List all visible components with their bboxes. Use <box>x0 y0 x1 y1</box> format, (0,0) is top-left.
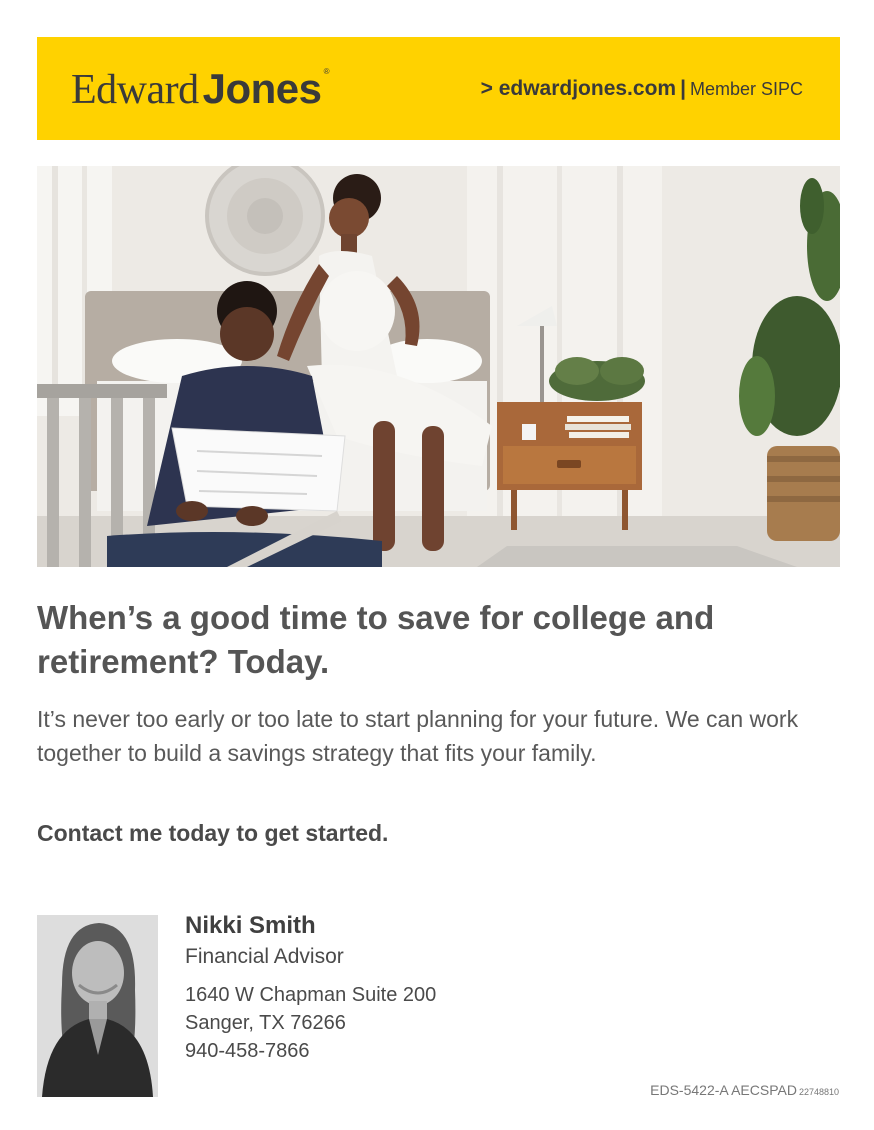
advisor-photo <box>37 915 158 1097</box>
advisor-name: Nikki Smith <box>185 912 316 939</box>
advisor-portrait-illustration <box>37 915 158 1097</box>
logo-word-edward: Edward <box>71 67 199 113</box>
hero-photo <box>37 166 840 567</box>
body-text: It’s never too early or too late to star… <box>37 706 799 766</box>
header-links: > edwardjones.com | Member SIPC <box>481 77 803 101</box>
document-code-number: 22748810 <box>798 1087 839 1097</box>
member-sipc-text: Member SIPC <box>689 79 803 99</box>
advisor-info: Nikki Smith Financial Advisor 1640 W Cha… <box>185 910 436 1065</box>
header-banner: EdwardJones ® > edwardjones.com | Member SI… <box>37 37 840 140</box>
separator: | <box>680 77 686 100</box>
document-code: EDS-5422-A AECSPAD 22748810 <box>650 1082 839 1098</box>
registered-mark: ® <box>323 67 330 76</box>
address-line-1: 1640 W Chapman Suite 200 <box>185 984 437 1006</box>
call-to-action: Contact me today to get started. <box>37 820 389 846</box>
document-code-main: EDS-5422-A AECSPAD <box>650 1082 797 1098</box>
logo-word-jones: Jones <box>202 65 322 112</box>
advisor-title: Financial Advisor <box>185 945 344 968</box>
edward-jones-logo[interactable]: EdwardJones ® <box>71 65 330 115</box>
website-link[interactable]: > edwardjones.com <box>481 77 676 100</box>
headline: When’s a good time to save for college a… <box>37 599 715 680</box>
phone-number[interactable]: 940-458-7866 <box>185 1037 436 1065</box>
bedroom-couple-illustration <box>37 166 840 567</box>
address-line-2: Sanger, TX 76266 <box>185 1012 346 1034</box>
